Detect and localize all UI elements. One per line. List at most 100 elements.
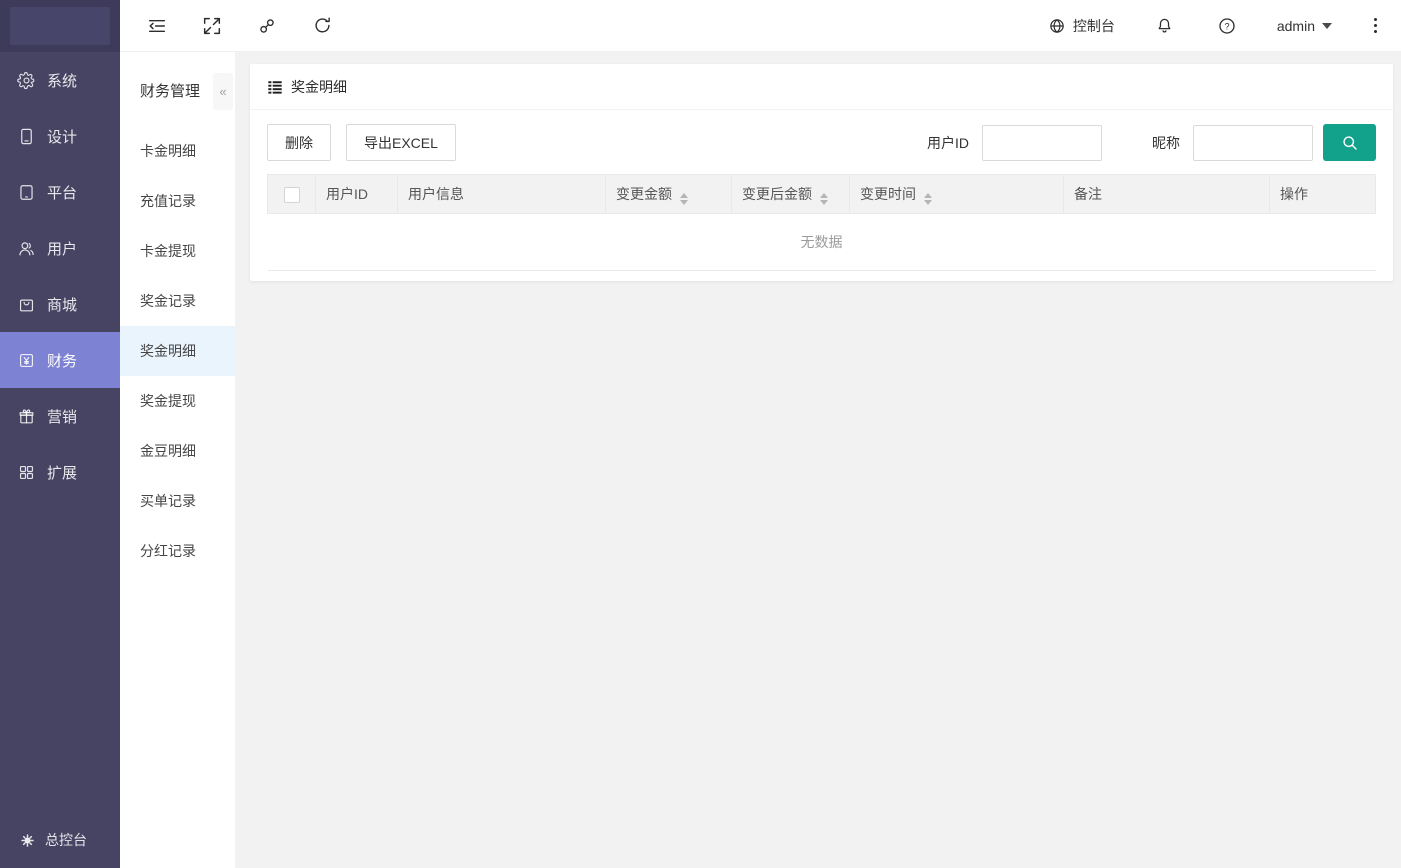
search-button[interactable]: [1323, 124, 1376, 161]
column-header-change-amount: 变更金额: [605, 174, 732, 214]
sidebar-item-label: 财务: [47, 352, 78, 370]
column-label: 操作: [1280, 186, 1308, 202]
link-icon[interactable]: [255, 14, 279, 38]
submenu-item-label: 卡金明细: [140, 143, 196, 159]
sidebar-item-label: 商城: [47, 296, 78, 314]
chevron-down-icon: [1322, 22, 1332, 29]
card-toolbar: 删除 导出EXCEL 用户ID 昵称: [250, 110, 1393, 174]
menu-fold-icon[interactable]: [145, 14, 169, 38]
extension-grid-icon: [19, 465, 34, 479]
column-label: 备注: [1074, 186, 1102, 202]
delete-button[interactable]: 删除: [267, 124, 331, 161]
card-header: 奖金明细: [250, 64, 1393, 110]
submenu-item-dividend-records[interactable]: 分红记录: [120, 526, 235, 576]
column-label: 变更后金额: [742, 185, 812, 202]
sort-icon[interactable]: [820, 192, 828, 205]
user-id-input[interactable]: [982, 124, 1102, 161]
submenu-item-label: 奖金记录: [140, 293, 196, 309]
submenu-item-goldbean-detail[interactable]: 金豆明细: [120, 426, 235, 476]
logo: [10, 7, 110, 45]
sidebar-item-extension[interactable]: 扩展: [0, 444, 120, 500]
column-header-user-id: 用户ID: [315, 174, 398, 214]
user-id-label: 用户ID: [927, 134, 969, 151]
export-excel-button[interactable]: 导出EXCEL: [346, 124, 456, 161]
column-header-amount-after: 变更后金额: [731, 174, 850, 214]
search-icon: [1342, 135, 1357, 150]
more-options-icon[interactable]: [1370, 14, 1381, 37]
sidebar-item-master-console[interactable]: 总控台: [0, 812, 120, 868]
help-icon[interactable]: ?: [1215, 14, 1239, 38]
column-header-change-time: 变更时间: [849, 174, 1064, 214]
column-header-remark: 备注: [1063, 174, 1270, 214]
globe-icon: [1050, 18, 1064, 33]
bonus-detail-card: 奖金明细 删除 导出EXCEL 用户ID 昵称 用户ID 用户信息 变更金额 变…: [250, 64, 1393, 281]
submenu-item-card-withdraw[interactable]: 卡金提现: [120, 226, 235, 276]
submenu-item-label: 买单记录: [140, 493, 196, 509]
bonus-detail-table: 用户ID 用户信息 变更金额 变更后金额 变更时间 备注 操作 无数据: [267, 174, 1376, 271]
column-header-actions: 操作: [1269, 174, 1376, 214]
primary-sidebar: 系统 设计 平台 用户 商城 财务 营销 扩展 总控台: [0, 0, 120, 868]
list-icon: [268, 80, 282, 94]
refresh-icon[interactable]: [310, 14, 334, 38]
sidebar-item-system[interactable]: 系统: [0, 52, 120, 108]
column-label: 变更金额: [616, 185, 672, 202]
console-menu[interactable]: 控制台: [1048, 16, 1115, 36]
svg-text:?: ?: [1224, 21, 1229, 31]
chevron-double-left-icon: «: [219, 84, 227, 99]
platform-device-icon: [20, 184, 33, 200]
submenu-item-card-detail[interactable]: 卡金明细: [120, 126, 235, 176]
sidebar-footer-label: 总控台: [45, 832, 87, 848]
logo-area: [0, 0, 120, 52]
submenu-nav: 卡金明细 充值记录 卡金提现 奖金记录 奖金明细 奖金提现 金豆明细 买单记录 …: [120, 126, 235, 576]
sidebar-item-platform[interactable]: 平台: [0, 164, 120, 220]
empty-row: 无数据: [267, 213, 1376, 271]
submenu-item-bonus-withdraw[interactable]: 奖金提现: [120, 376, 235, 426]
submenu-item-label: 奖金提现: [140, 393, 196, 409]
topbar-right: 控制台 ? admin: [1048, 14, 1381, 38]
topbar-tools: [145, 14, 334, 38]
nickname-input[interactable]: [1193, 124, 1313, 161]
submenu-item-bonus-records[interactable]: 奖金记录: [120, 276, 235, 326]
column-header-user-info: 用户信息: [397, 174, 606, 214]
primary-nav: 系统 设计 平台 用户 商城 财务 营销 扩展: [0, 52, 120, 500]
sidebar-item-design[interactable]: 设计: [0, 108, 120, 164]
admin-page: 控制台 ? admin 系统 设计 平台 用户 商城 财务 营销 扩展 总控台 …: [0, 0, 1401, 868]
table-container: 用户ID 用户信息 变更金额 变更后金额 变更时间 备注 操作 无数据: [250, 174, 1393, 271]
empty-state-text: 无数据: [267, 213, 1376, 271]
submenu-item-label: 充值记录: [140, 193, 196, 209]
mall-bag-icon: [19, 299, 34, 311]
gear-icon: [21, 833, 34, 847]
collapse-submenu-button[interactable]: «: [213, 73, 233, 110]
submenu-header: 财务管理 «: [120, 52, 235, 126]
submenu-item-recharge-records[interactable]: 充值记录: [120, 176, 235, 226]
submenu-item-bonus-detail[interactable]: 奖金明细: [120, 326, 235, 376]
select-all-cell: [267, 174, 316, 214]
select-all-checkbox[interactable]: [283, 186, 300, 203]
submenu-item-label: 金豆明细: [140, 443, 196, 459]
column-label: 用户信息: [408, 186, 464, 202]
submenu-item-pay-records[interactable]: 买单记录: [120, 476, 235, 526]
nickname-label: 昵称: [1152, 134, 1180, 151]
submenu-item-label: 奖金明细: [140, 343, 196, 359]
fullscreen-icon[interactable]: [200, 14, 224, 38]
column-label: 用户ID: [326, 186, 368, 202]
table-header-row: 用户ID 用户信息 变更金额 变更后金额 变更时间 备注 操作: [267, 174, 1376, 214]
sort-icon[interactable]: [924, 192, 932, 205]
sidebar-item-label: 用户: [47, 240, 78, 258]
sidebar-item-mall[interactable]: 商城: [0, 276, 120, 332]
filter-bar: 用户ID 昵称: [927, 124, 1376, 161]
sidebar-item-marketing[interactable]: 营销: [0, 388, 120, 444]
submenu-item-label: 卡金提现: [140, 243, 196, 259]
sidebar-item-finance[interactable]: 财务: [0, 332, 120, 388]
bell-icon[interactable]: [1153, 14, 1177, 38]
gear-icon: [17, 71, 35, 89]
sidebar-item-users[interactable]: 用户: [0, 220, 120, 276]
sidebar-item-label: 营销: [47, 408, 78, 426]
secondary-sidebar: 财务管理 « 卡金明细 充值记录 卡金提现 奖金记录 奖金明细 奖金提现 金豆明…: [120, 52, 235, 868]
design-device-icon: [21, 128, 32, 144]
user-menu[interactable]: admin: [1277, 18, 1332, 34]
sidebar-item-label: 平台: [47, 184, 78, 202]
sort-icon[interactable]: [680, 192, 688, 205]
users-icon: [19, 241, 34, 255]
submenu-title: 财务管理: [140, 83, 201, 100]
